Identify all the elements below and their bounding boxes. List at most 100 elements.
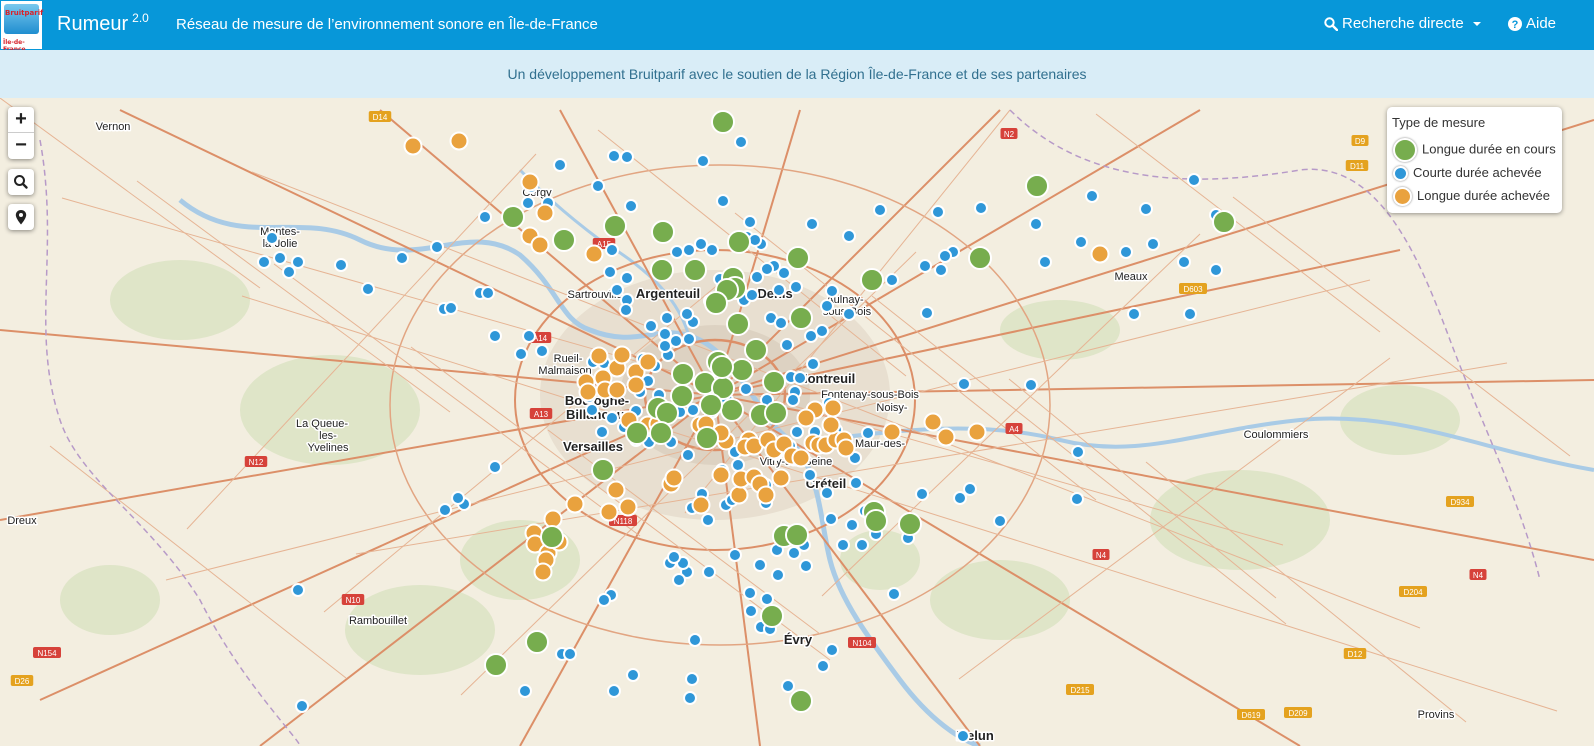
short-done-marker[interactable] [1038, 255, 1052, 269]
long-in-progress-marker[interactable] [1025, 174, 1049, 198]
long-done-marker[interactable] [535, 203, 555, 223]
short-done-marker[interactable] [849, 476, 863, 490]
long-in-progress-marker[interactable] [525, 630, 549, 654]
short-done-marker[interactable] [820, 299, 834, 313]
long-done-marker[interactable] [796, 408, 816, 428]
long-done-marker[interactable] [823, 398, 843, 418]
short-done-marker[interactable] [660, 311, 674, 325]
short-done-marker[interactable] [1085, 189, 1099, 203]
short-done-marker[interactable] [518, 684, 532, 698]
short-done-marker[interactable] [597, 593, 611, 607]
short-done-marker[interactable] [705, 243, 719, 257]
short-done-marker[interactable] [620, 150, 634, 164]
short-done-marker[interactable] [934, 263, 948, 277]
long-in-progress-marker[interactable] [484, 653, 508, 677]
short-done-marker[interactable] [780, 338, 794, 352]
short-done-marker[interactable] [744, 604, 758, 618]
long-done-marker[interactable] [664, 468, 684, 488]
long-done-marker[interactable] [711, 465, 731, 485]
long-in-progress-marker[interactable] [552, 228, 576, 252]
long-in-progress-marker[interactable] [744, 338, 768, 362]
short-done-marker[interactable] [438, 503, 452, 517]
short-done-marker[interactable] [585, 403, 599, 417]
short-done-marker[interactable] [781, 679, 795, 693]
short-done-marker[interactable] [974, 201, 988, 215]
long-in-progress-marker[interactable] [671, 362, 695, 386]
short-done-marker[interactable] [772, 283, 786, 297]
long-in-progress-marker[interactable] [603, 214, 627, 238]
long-in-progress-marker[interactable] [540, 525, 564, 549]
short-done-marker[interactable] [481, 286, 495, 300]
short-done-marker[interactable] [620, 271, 634, 285]
short-done-marker[interactable] [257, 255, 271, 269]
short-done-marker[interactable] [804, 329, 818, 343]
long-in-progress-marker[interactable] [786, 246, 810, 270]
long-done-marker[interactable] [533, 562, 553, 582]
long-done-marker[interactable] [836, 438, 856, 458]
short-done-marker[interactable] [760, 592, 774, 606]
short-done-marker[interactable] [824, 512, 838, 526]
short-done-marker[interactable] [644, 319, 658, 333]
short-done-marker[interactable] [753, 558, 767, 572]
short-done-marker[interactable] [745, 288, 759, 302]
short-done-marker[interactable] [1024, 378, 1038, 392]
short-done-marker[interactable] [855, 538, 869, 552]
short-done-marker[interactable] [793, 371, 807, 385]
long-done-marker[interactable] [967, 422, 987, 442]
short-done-marker[interactable] [836, 538, 850, 552]
long-in-progress-marker[interactable] [968, 246, 992, 270]
long-in-progress-marker[interactable] [1212, 210, 1236, 234]
short-done-marker[interactable] [750, 270, 764, 284]
long-done-marker[interactable] [756, 485, 776, 505]
long-in-progress-marker[interactable] [711, 110, 735, 134]
short-done-marker[interactable] [680, 307, 694, 321]
short-done-marker[interactable] [605, 243, 619, 257]
long-in-progress-marker[interactable] [726, 312, 750, 336]
short-done-marker[interactable] [291, 583, 305, 597]
long-done-marker[interactable] [520, 172, 540, 192]
short-done-marker[interactable] [603, 265, 617, 279]
short-done-marker[interactable] [535, 344, 549, 358]
map-canvas[interactable]: D14N2D9D11A15D603A14A13A4N12D934N118N4N4… [0, 98, 1594, 746]
long-in-progress-marker[interactable] [651, 220, 675, 244]
short-done-marker[interactable] [672, 573, 686, 587]
short-done-marker[interactable] [591, 179, 605, 193]
short-done-marker[interactable] [957, 377, 971, 391]
short-done-marker[interactable] [806, 357, 820, 371]
long-in-progress-marker[interactable] [720, 398, 744, 422]
zoom-in-button[interactable]: + [8, 107, 34, 133]
short-done-marker[interactable] [799, 559, 813, 573]
short-done-marker[interactable] [563, 647, 577, 661]
long-in-progress-marker[interactable] [710, 355, 734, 379]
short-done-marker[interactable] [624, 199, 638, 213]
long-done-marker[interactable] [565, 494, 585, 514]
short-done-marker[interactable] [1183, 307, 1197, 321]
long-in-progress-marker[interactable] [785, 523, 809, 547]
short-done-marker[interactable] [787, 546, 801, 560]
short-done-marker[interactable] [1146, 237, 1160, 251]
short-done-marker[interactable] [521, 196, 535, 210]
short-done-marker[interactable] [696, 154, 710, 168]
bruitparif-logo[interactable]: Bruitparif Île-de-France [1, 1, 43, 53]
short-done-marker[interactable] [805, 217, 819, 231]
short-done-marker[interactable] [702, 565, 716, 579]
long-in-progress-marker[interactable] [727, 230, 751, 254]
short-done-marker[interactable] [488, 460, 502, 474]
short-done-marker[interactable] [1177, 255, 1191, 269]
short-done-marker[interactable] [273, 251, 287, 265]
short-done-marker[interactable] [514, 347, 528, 361]
long-done-marker[interactable] [606, 480, 626, 500]
short-done-marker[interactable] [1070, 492, 1084, 506]
short-done-marker[interactable] [790, 425, 804, 439]
long-done-marker[interactable] [403, 136, 423, 156]
short-done-marker[interactable] [430, 240, 444, 254]
short-done-marker[interactable] [915, 487, 929, 501]
short-done-marker[interactable] [1074, 235, 1088, 249]
long-in-progress-marker[interactable] [699, 393, 723, 417]
short-done-marker[interactable] [607, 149, 621, 163]
short-done-marker[interactable] [739, 382, 753, 396]
long-in-progress-marker[interactable] [898, 512, 922, 536]
long-in-progress-marker[interactable] [649, 421, 673, 445]
short-done-marker[interactable] [920, 306, 934, 320]
short-done-marker[interactable] [444, 301, 458, 315]
